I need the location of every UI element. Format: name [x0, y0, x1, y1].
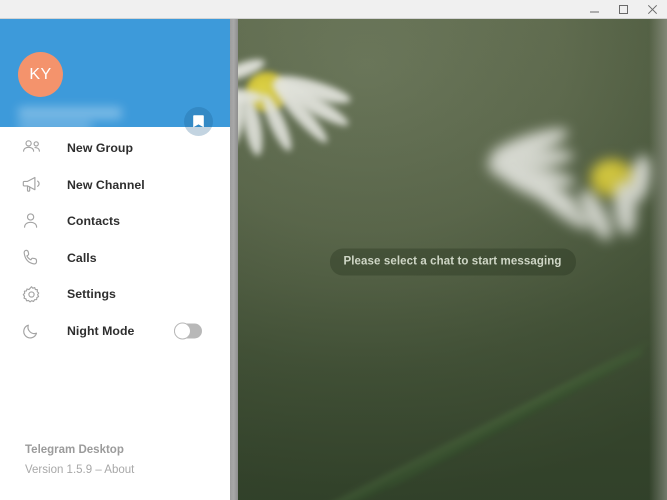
empty-chat-hint: Please select a chat to start messaging — [329, 248, 576, 276]
menu-item-label: New Group — [67, 141, 134, 156]
menu-item-new-group[interactable]: New Group — [0, 130, 230, 167]
person-icon — [22, 212, 48, 230]
profile-header: KY — [0, 19, 230, 136]
night-mode-toggle[interactable] — [174, 322, 202, 340]
main-menu-sidebar: KY New Group New Channel Contacts Calls … — [0, 19, 230, 500]
maximize-icon — [618, 4, 629, 15]
minimize-icon — [589, 4, 600, 15]
moon-icon — [22, 322, 48, 340]
avatar[interactable]: KY — [18, 52, 63, 97]
menu-item-calls[interactable]: Calls — [0, 240, 230, 277]
menu-item-label: Settings — [67, 287, 116, 302]
gear-icon — [22, 285, 48, 304]
menu-item-label: New Channel — [67, 177, 145, 192]
background-edge-fade — [649, 19, 667, 500]
telegram-desktop-window: Please select a chat to start messaging … — [0, 0, 667, 500]
chat-pane: Please select a chat to start messaging — [238, 19, 667, 500]
menu-item-new-channel[interactable]: New Channel — [0, 167, 230, 204]
menu-item-settings[interactable]: Settings — [0, 276, 230, 313]
close-button[interactable] — [638, 0, 667, 18]
close-icon — [647, 4, 658, 15]
menu-item-contacts[interactable]: Contacts — [0, 203, 230, 240]
bookmark-icon — [192, 114, 205, 129]
menu-item-label: Calls — [67, 250, 97, 265]
phone-icon — [22, 248, 48, 267]
maximize-button[interactable] — [609, 0, 638, 18]
toggle-knob — [174, 322, 191, 340]
version-about-link[interactable]: Version 1.5.9 – About — [25, 460, 230, 480]
menu-item-label: Contacts — [67, 214, 121, 229]
menu-list: New Group New Channel Contacts Calls Set… — [0, 127, 230, 349]
group-icon — [22, 139, 48, 157]
menu-item-night-mode[interactable]: Night Mode — [0, 313, 230, 350]
menu-item-label: Night Mode — [67, 323, 135, 338]
window-titlebar[interactable] — [0, 0, 667, 19]
app-name-label: Telegram Desktop — [25, 444, 124, 456]
sidebar-footer: Telegram Desktop Version 1.5.9 – About — [0, 440, 230, 500]
megaphone-icon — [22, 175, 48, 194]
sidebar-edge-shadow — [230, 19, 238, 500]
minimize-button[interactable] — [580, 0, 609, 18]
profile-name-redacted — [18, 107, 122, 119]
